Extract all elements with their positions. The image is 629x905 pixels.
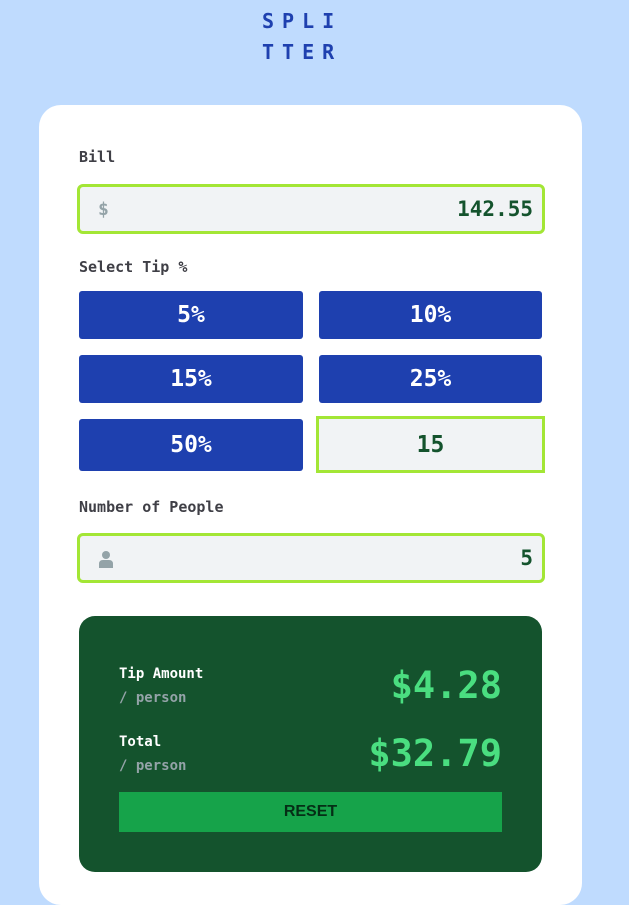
logo-line-1: SPLI <box>262 9 343 33</box>
total-value: $32.79 <box>368 732 502 775</box>
logo-line-2: TTER <box>262 40 343 64</box>
people-label: Number of People <box>79 498 224 516</box>
total-sub: / person <box>119 758 187 774</box>
tip-amount-value: $4.28 <box>390 664 502 707</box>
reset-button[interactable]: RESET <box>119 792 502 832</box>
tip-10-button[interactable]: 10% <box>319 291 542 339</box>
tip-5-button[interactable]: 5% <box>79 291 303 339</box>
tip-25-button[interactable]: 25% <box>319 355 542 403</box>
total-label: Total <box>119 734 162 750</box>
people-input[interactable]: 5 <box>77 533 545 583</box>
bill-label: Bill <box>79 148 116 166</box>
app-logo: SPLI TTER <box>262 6 362 68</box>
tip-50-button[interactable]: 50% <box>79 419 303 471</box>
tip-15-button[interactable]: 15% <box>79 355 303 403</box>
bill-input[interactable]: $ 142.55 <box>77 184 545 234</box>
result-panel: Tip Amount / person $4.28 Total / person… <box>79 616 542 872</box>
people-value[interactable]: 5 <box>520 546 533 570</box>
dollar-icon: $ <box>98 199 109 220</box>
bill-value[interactable]: 142.55 <box>457 197 533 221</box>
tip-amount-label: Tip Amount <box>119 666 204 682</box>
select-tip-label: Select Tip % <box>79 258 188 276</box>
custom-tip-input[interactable]: 15 <box>316 416 545 473</box>
tip-amount-sub: / person <box>119 690 187 706</box>
person-icon <box>99 550 113 573</box>
